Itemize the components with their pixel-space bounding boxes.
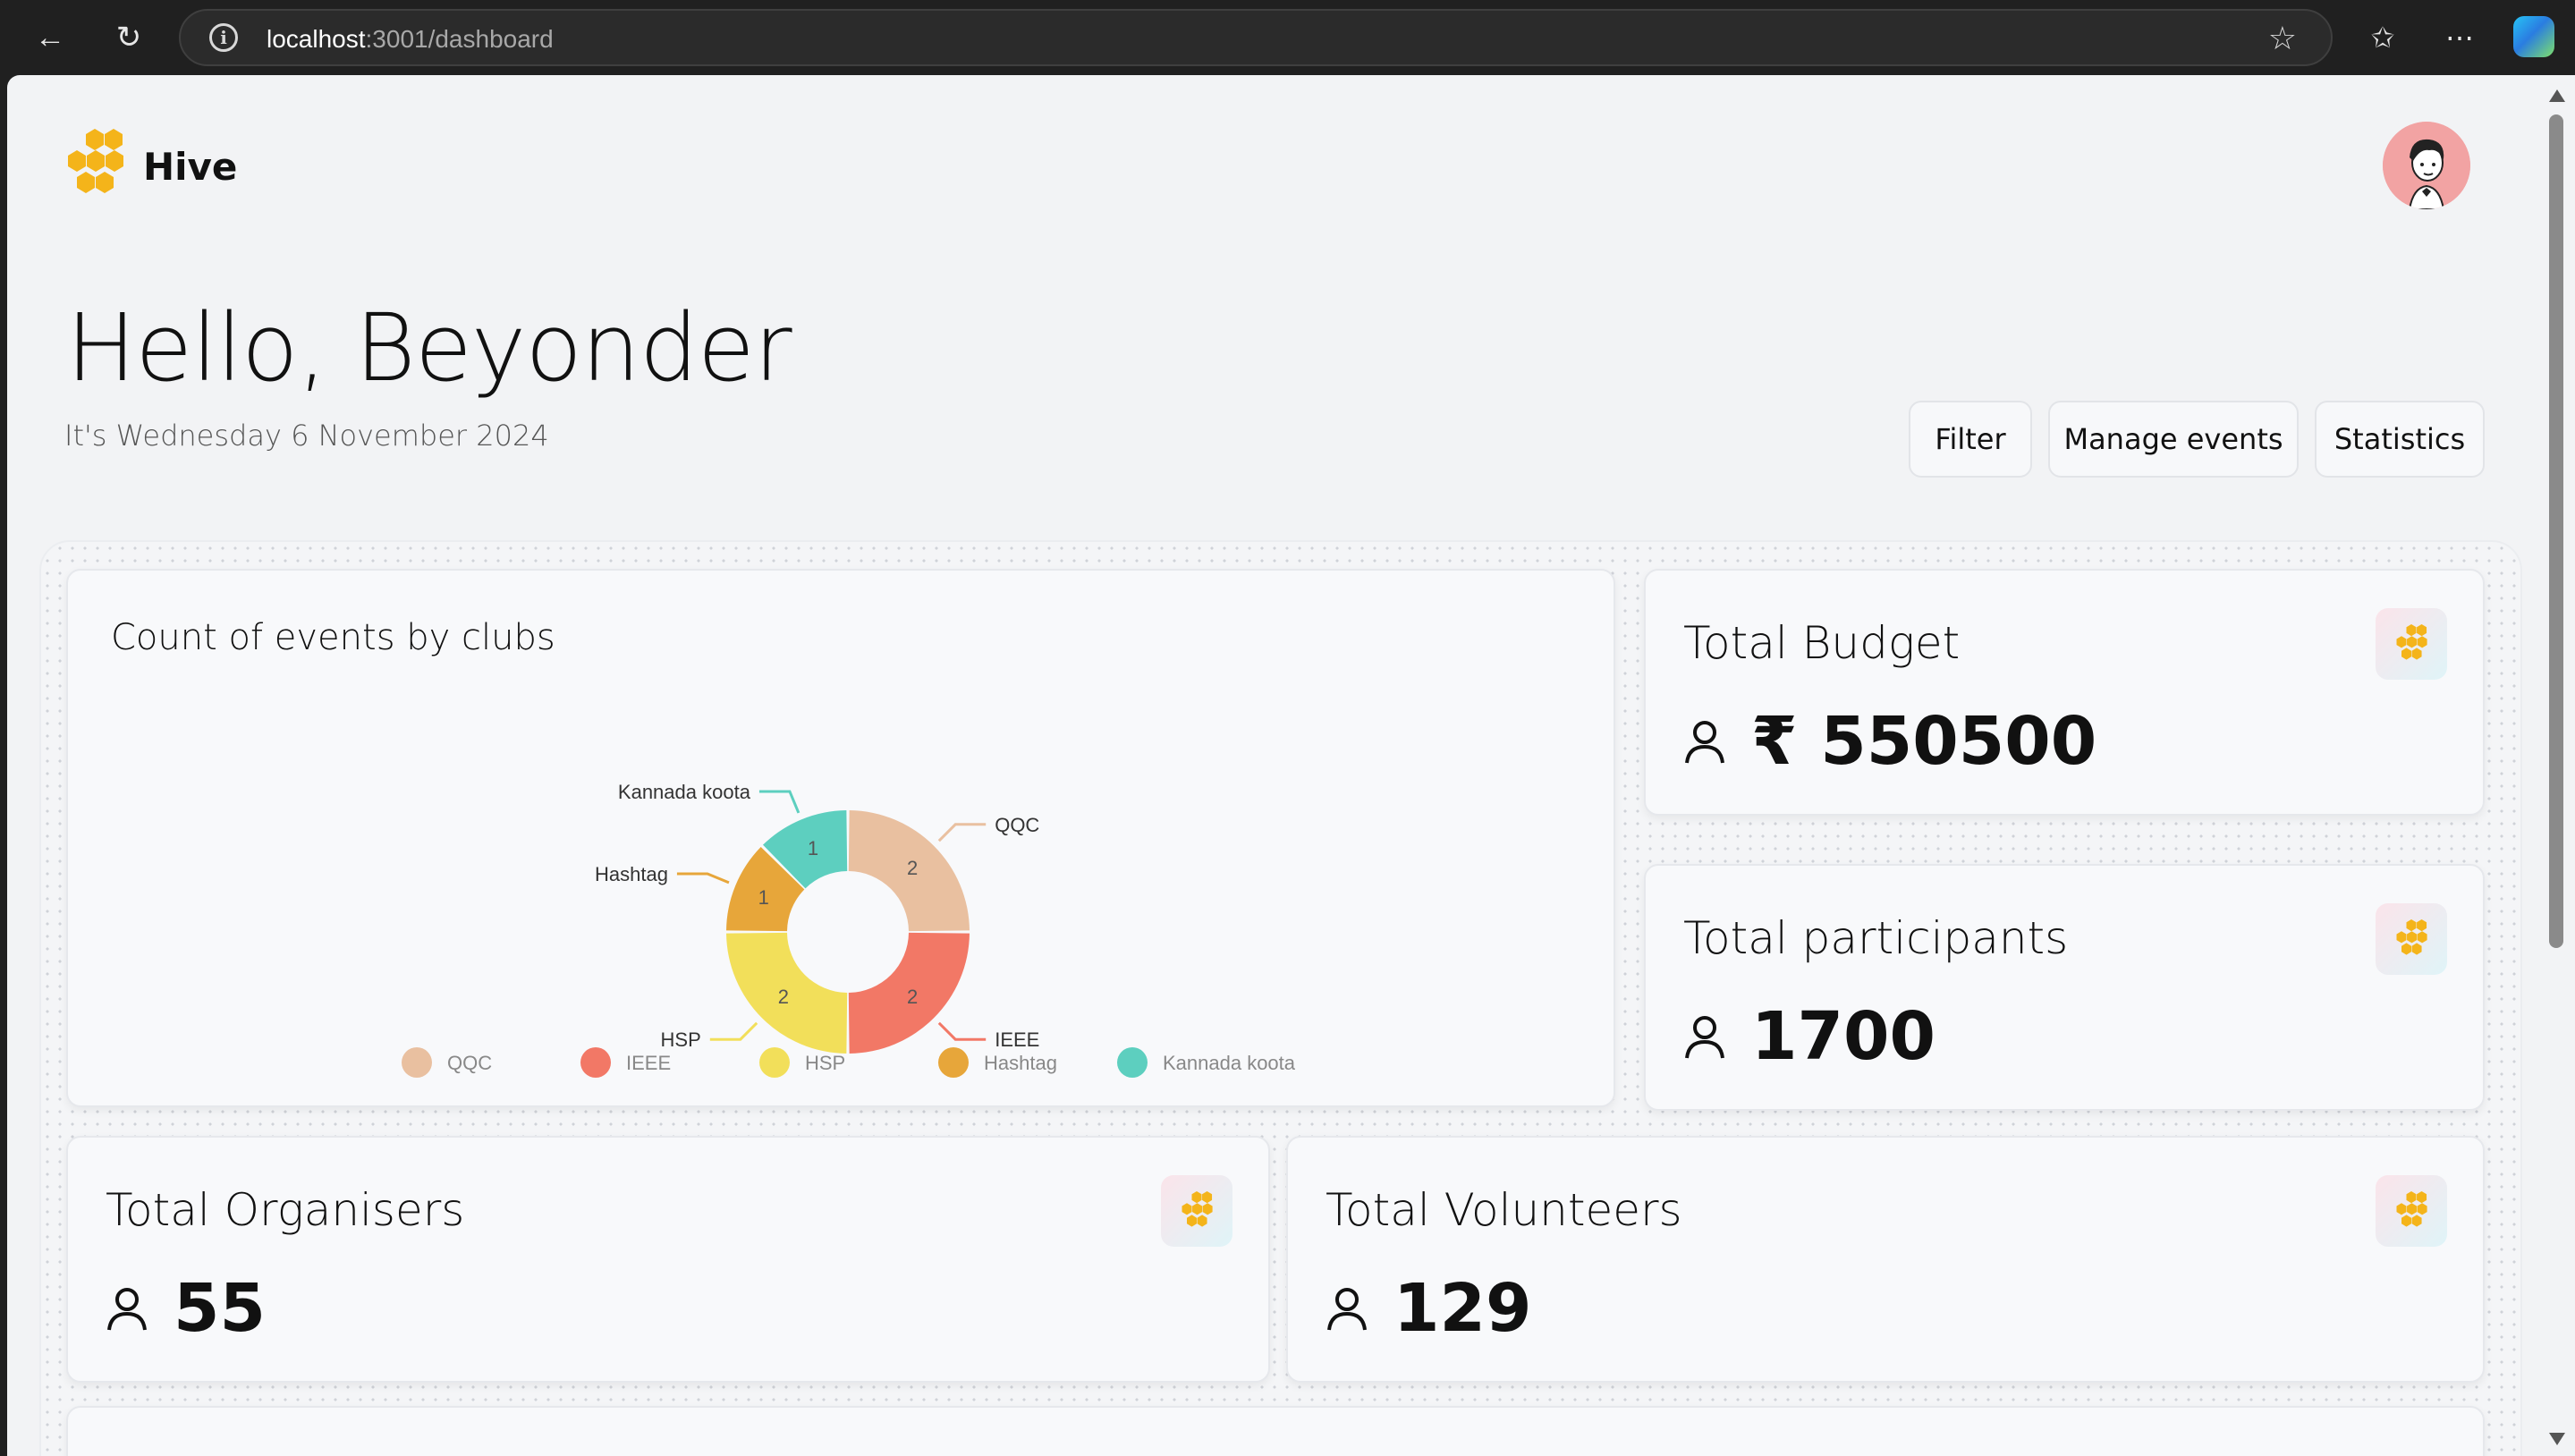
favorites-icon[interactable]: ✩ (2358, 13, 2408, 63)
manage-events-button[interactable]: Manage events (2048, 401, 2299, 478)
leader-line-ieee (937, 1021, 987, 1041)
hive-badge-icon (2376, 1175, 2447, 1247)
total-volunteers-card: Total Volunteers 129 (1286, 1136, 2485, 1383)
scroll-up-icon[interactable] (2549, 89, 2565, 102)
page-scrollbar[interactable] (2540, 75, 2575, 1456)
total-budget-title: Total Budget (1683, 617, 1961, 669)
hive-badge-icon (2376, 903, 2447, 975)
url-path: :3001/dashboard (365, 25, 554, 53)
total-organisers-title: Total Organisers (106, 1184, 465, 1236)
slice-label-hsp: HSP (661, 1029, 701, 1051)
legend-swatch-kannada-koota[interactable] (1117, 1047, 1148, 1078)
slice-value-hsp: 2 (778, 986, 789, 1008)
statistics-button[interactable]: Statistics (2315, 401, 2485, 478)
legend-label-kannada-koota[interactable]: Kannada koota (1163, 1052, 1296, 1074)
legend-swatch-hsp[interactable] (759, 1047, 790, 1078)
leader-line-hashtag (676, 872, 730, 885)
site-info-icon[interactable]: i (209, 23, 238, 52)
total-volunteers-title: Total Volunteers (1326, 1184, 1682, 1236)
back-icon[interactable]: ← (25, 13, 75, 63)
slice-value-kannada-koota: 1 (808, 837, 818, 859)
user-icon (1327, 1288, 1367, 1331)
legend-swatch-hashtag[interactable] (938, 1047, 969, 1078)
hive-badge-icon (2376, 608, 2447, 680)
legend-swatch-ieee[interactable] (580, 1047, 611, 1078)
page-viewport: Hive Hello, Beyonder It's Wednesday 6 No… (7, 75, 2540, 1456)
legend-label-ieee[interactable]: IEEE (626, 1052, 671, 1074)
scroll-down-icon[interactable] (2549, 1433, 2565, 1445)
slice-value-qqc: 2 (907, 857, 918, 879)
filter-button[interactable]: Filter (1909, 401, 2032, 478)
current-date: It's Wednesday 6 November 2024 (64, 419, 549, 453)
legend-swatch-qqc[interactable] (402, 1047, 432, 1078)
user-avatar[interactable] (2383, 122, 2470, 209)
donut-chart[interactable]: 2 QQC 2 IEEE 2 HSP 1 Hashtag 1 Kannada koota QQC IE… (68, 571, 1617, 1109)
brand-name[interactable]: Hive (143, 145, 237, 189)
browser-toolbar: ← ↻ i localhost:3001/dashboard ☆ ✩ ⋯ (0, 0, 2575, 75)
total-participants-value: 1700 (1751, 998, 1935, 1075)
more-menu-icon[interactable]: ⋯ (2435, 13, 2485, 63)
slice-value-ieee: 2 (907, 986, 918, 1008)
leader-line-qqc (937, 823, 987, 842)
total-volunteers-value: 129 (1393, 1270, 1532, 1347)
total-budget-value: ₹ 550500 (1751, 703, 2097, 780)
user-icon (1685, 721, 1724, 764)
events-by-club-card: Count of events by clubs 2 QQC 2 IEEE 2 HSP 1 H… (66, 569, 1615, 1107)
reload-icon[interactable]: ↻ (104, 13, 154, 63)
leader-line-hsp (709, 1021, 758, 1041)
slice-label-qqc: QQC (995, 814, 1039, 836)
hive-logo-icon[interactable] (59, 129, 131, 200)
hive-badge-icon (1161, 1175, 1232, 1247)
copilot-icon[interactable] (2513, 16, 2554, 57)
leader-line-kannada-koota (758, 790, 800, 814)
user-icon (107, 1288, 147, 1331)
slice-value-hashtag: 1 (758, 886, 769, 909)
url-text[interactable]: localhost:3001/dashboard (267, 25, 554, 54)
favorite-star-icon[interactable]: ☆ (2268, 20, 2297, 57)
slice-label-ieee: IEEE (995, 1029, 1039, 1051)
legend-label-hsp[interactable]: HSP (805, 1052, 845, 1074)
greeting-heading: Hello, Beyonder (66, 293, 792, 402)
total-participants-title: Total participants (1683, 912, 2069, 964)
url-host: localhost (267, 25, 366, 53)
legend-label-qqc[interactable]: QQC (447, 1052, 492, 1074)
legend-label-hashtag[interactable]: Hashtag (984, 1052, 1057, 1074)
total-participants-card: Total participants 1700 (1644, 864, 2485, 1111)
scrollbar-thumb[interactable] (2549, 114, 2563, 948)
total-organisers-value: 55 (174, 1270, 266, 1347)
avatar-illustration-icon (2383, 122, 2470, 209)
next-card (66, 1406, 2485, 1456)
total-budget-card: Total Budget ₹ 550500 (1644, 569, 2485, 816)
user-icon (1685, 1016, 1724, 1059)
slice-label-hashtag: Hashtag (595, 863, 668, 885)
total-organisers-card: Total Organisers 55 (66, 1136, 1270, 1383)
address-bar[interactable]: i localhost:3001/dashboard ☆ (179, 9, 2333, 66)
slice-label-kannada-koota: Kannada koota (618, 781, 751, 803)
